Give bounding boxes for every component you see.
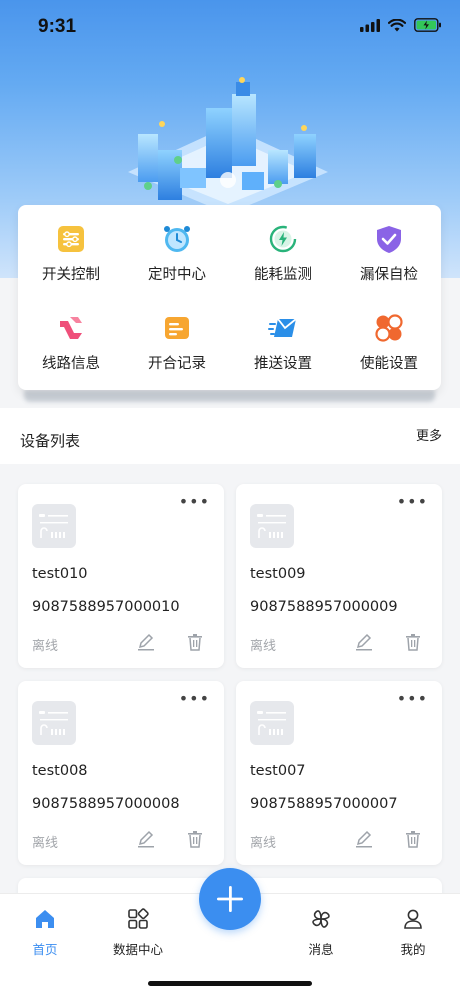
device-code: 9087588957000010: [32, 599, 180, 615]
switch-control-icon: [58, 226, 84, 252]
device-status: 离线: [32, 836, 59, 851]
tab-data-center[interactable]: 数据中心: [103, 908, 173, 958]
enable-icon: [375, 314, 403, 342]
device-icon: [257, 514, 286, 538]
tab-messages[interactable]: 消息: [286, 908, 356, 958]
device-icon: [257, 711, 286, 735]
device-code: 9087588957000009: [250, 599, 398, 615]
device-card[interactable]: ••• test007 9087588957000007 离线: [236, 681, 442, 865]
menu-item-label: 推送设置: [254, 356, 312, 372]
device-thumbnail: [250, 701, 294, 745]
add-device-button[interactable]: [199, 868, 261, 930]
menu-item-enable-settings[interactable]: 使能设置: [336, 313, 442, 373]
more-options-icon[interactable]: •••: [179, 689, 210, 708]
push-icon: [268, 318, 297, 337]
more-options-icon[interactable]: •••: [397, 689, 428, 708]
battery-charging-icon: [414, 18, 441, 32]
home-icon: [36, 910, 54, 928]
quick-menu-card: 开关控制 定时中心 能耗监测 漏保自检 线路信息 开合记录 推送设置 使能设置: [18, 205, 441, 390]
menu-item-label: 定时中心: [148, 267, 206, 283]
status-icons: [360, 18, 442, 32]
more-options-icon[interactable]: •••: [397, 492, 428, 511]
alarm-clock-icon: [164, 226, 190, 252]
record-icon: [165, 317, 189, 339]
device-thumbnail: [32, 701, 76, 745]
energy-icon: [269, 225, 297, 253]
menu-item-label: 开关控制: [42, 267, 100, 283]
device-name: test008: [32, 763, 88, 779]
more-options-icon[interactable]: •••: [179, 492, 210, 511]
city-illustration-icon: [128, 77, 328, 214]
clover-icon: [312, 910, 330, 928]
shield-check-icon: [377, 226, 401, 253]
line-info-icon: [60, 317, 82, 339]
edit-icon[interactable]: [354, 829, 374, 849]
menu-item-label: 漏保自检: [360, 267, 418, 283]
menu-item-label: 能耗监测: [254, 267, 312, 283]
edit-icon[interactable]: [354, 632, 374, 652]
menu-item-push-settings[interactable]: 推送设置: [230, 313, 336, 373]
tab-label: 我的: [400, 942, 426, 957]
plus-icon: [217, 886, 243, 912]
tab-profile[interactable]: 我的: [378, 908, 448, 958]
menu-item-label: 开合记录: [148, 356, 206, 372]
menu-item-energy-monitor[interactable]: 能耗监测: [230, 224, 336, 284]
home-indicator: [148, 981, 312, 986]
delete-icon[interactable]: [403, 829, 423, 849]
device-card[interactable]: ••• test009 9087588957000009 离线: [236, 484, 442, 668]
device-status: 离线: [250, 639, 277, 654]
device-name: test010: [32, 566, 88, 582]
edit-icon[interactable]: [136, 829, 156, 849]
device-card[interactable]: ••• test010 9087588957000010 离线: [18, 484, 224, 668]
device-code: 9087588957000008: [32, 796, 180, 812]
device-icon: [39, 514, 68, 538]
edit-icon[interactable]: [136, 632, 156, 652]
tab-label: 数据中心: [112, 942, 163, 957]
device-card[interactable]: ••• test008 9087588957000008 离线: [18, 681, 224, 865]
user-icon: [404, 909, 422, 929]
status-bar: 9:31: [0, 0, 460, 54]
menu-item-label: 使能设置: [360, 356, 418, 372]
device-thumbnail: [250, 504, 294, 548]
delete-icon[interactable]: [185, 632, 205, 652]
more-link[interactable]: 更多: [416, 425, 442, 444]
device-code: 9087588957000007: [250, 796, 398, 812]
menu-item-leakage-check[interactable]: 漏保自检: [336, 224, 442, 284]
device-status: 离线: [32, 639, 59, 654]
device-list-header: 设备列表 更多: [0, 408, 460, 464]
signal-icon: [360, 18, 380, 32]
wifi-icon: [388, 18, 406, 31]
menu-item-timer-center[interactable]: 定时中心: [124, 224, 230, 284]
menu-item-switch-control[interactable]: 开关控制: [18, 224, 124, 284]
status-time: 9:31: [38, 16, 77, 37]
tab-label: 首页: [32, 942, 58, 957]
tab-label: 消息: [308, 942, 334, 957]
device-thumbnail: [32, 504, 76, 548]
device-icon: [39, 711, 68, 735]
device-status: 离线: [250, 836, 277, 851]
menu-item-switch-record[interactable]: 开合记录: [124, 313, 230, 373]
delete-icon[interactable]: [403, 632, 423, 652]
tab-home[interactable]: 首页: [10, 908, 80, 958]
menu-item-label: 线路信息: [42, 356, 100, 372]
menu-item-line-info[interactable]: 线路信息: [18, 313, 124, 373]
device-name: test009: [250, 566, 306, 582]
grid-icon: [128, 908, 149, 929]
device-name: test007: [250, 763, 306, 779]
device-list-title: 设备列表: [20, 432, 81, 450]
delete-icon[interactable]: [185, 829, 205, 849]
